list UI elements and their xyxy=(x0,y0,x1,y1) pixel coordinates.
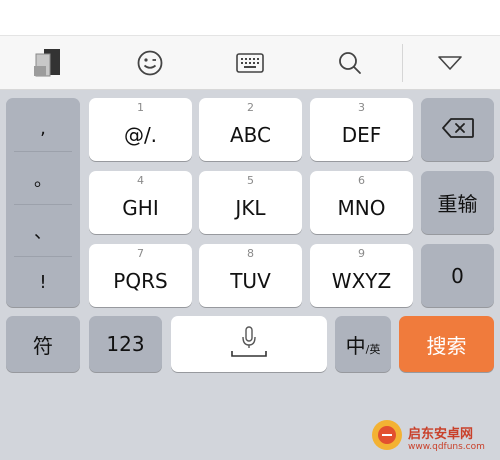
watermark: 启东安卓网 www.qdfuns.com xyxy=(370,414,500,460)
key-digit: 9 xyxy=(358,247,365,260)
key-digit: 3 xyxy=(358,101,365,114)
key-3[interactable]: 3 DEF xyxy=(310,98,413,161)
emoji-button[interactable] xyxy=(120,36,180,90)
punct-label: ! xyxy=(39,271,47,293)
key-1[interactable]: 1 @/. xyxy=(89,98,192,161)
key-digit: 7 xyxy=(137,247,144,260)
keyboard-toolbar xyxy=(0,36,500,90)
language-sub-label: /英 xyxy=(365,343,381,356)
key-letters: TUV xyxy=(230,268,271,293)
language-main-label: 中 xyxy=(345,333,366,358)
microphone-icon xyxy=(229,325,269,363)
key-digit: 2 xyxy=(247,101,254,114)
key-letters: ABC xyxy=(229,122,271,147)
language-switch-key[interactable]: 中/英 xyxy=(335,316,391,372)
symbols-label: 符 xyxy=(33,333,53,358)
key-digit: 4 xyxy=(137,174,144,187)
space-key[interactable] xyxy=(171,316,327,372)
punct-comma[interactable]: , xyxy=(6,106,80,150)
emoji-icon xyxy=(136,49,164,77)
search-key[interactable]: 搜索 xyxy=(399,316,494,372)
collapse-keyboard-button[interactable] xyxy=(420,36,480,90)
watermark-logo-icon xyxy=(370,418,404,456)
key-6[interactable]: 6 MNO xyxy=(310,171,413,234)
toolbar-divider xyxy=(402,44,403,82)
skin-icon xyxy=(31,46,65,80)
key-letters: MNO xyxy=(337,195,386,220)
zero-key[interactable]: 0 xyxy=(421,244,494,307)
skin-button[interactable] xyxy=(18,36,78,90)
key-letters: DEF xyxy=(341,122,382,147)
symbols-key[interactable]: 符 xyxy=(6,316,80,372)
key-8[interactable]: 8 TUV xyxy=(199,244,302,307)
key-5[interactable]: 5 JKL xyxy=(199,171,302,234)
key-digit: 5 xyxy=(247,174,254,187)
punct-period[interactable]: 。 xyxy=(6,156,80,202)
keyboard-switch-button[interactable] xyxy=(220,36,280,90)
key-digit: 8 xyxy=(247,247,254,260)
text-area xyxy=(0,0,500,36)
punct-divider xyxy=(14,204,72,205)
backspace-icon xyxy=(441,117,475,143)
key-letters: @/. xyxy=(123,122,158,147)
zero-label: 0 xyxy=(451,263,464,288)
key-digit: 1 xyxy=(137,101,144,114)
collapse-icon xyxy=(437,54,463,72)
punct-divider xyxy=(14,256,72,257)
key-4[interactable]: 4 GHI xyxy=(89,171,192,234)
key-digit: 6 xyxy=(358,174,365,187)
watermark-url: www.qdfuns.com xyxy=(408,441,485,452)
key-7[interactable]: 7 PQRS xyxy=(89,244,192,307)
search-tool-button[interactable] xyxy=(320,36,380,90)
search-key-label: 搜索 xyxy=(426,333,467,358)
punct-exclamation[interactable]: ! xyxy=(6,260,80,304)
reinput-label: 重输 xyxy=(437,192,478,216)
punct-divider xyxy=(14,151,72,152)
key-letters: JKL xyxy=(235,195,266,220)
numbers-key[interactable]: 123 xyxy=(89,316,162,372)
key-letters: WXYZ xyxy=(331,268,392,293)
punct-label: , xyxy=(40,117,46,139)
key-9[interactable]: 9 WXYZ xyxy=(310,244,413,307)
punctuation-column: , 。 、 ! xyxy=(6,98,80,307)
punct-label: 。 xyxy=(34,170,52,191)
watermark-text: 启东安卓网 xyxy=(408,426,474,442)
key-letters: GHI xyxy=(122,195,159,220)
key-2[interactable]: 2 ABC xyxy=(199,98,302,161)
keyboard-icon xyxy=(236,52,264,74)
punct-enumeration-comma[interactable]: 、 xyxy=(6,208,80,254)
numbers-label: 123 xyxy=(106,332,145,356)
punct-label: 、 xyxy=(34,222,52,243)
backspace-key[interactable] xyxy=(421,98,494,161)
search-icon xyxy=(337,50,363,76)
reinput-key[interactable]: 重输 xyxy=(421,171,494,234)
key-letters: PQRS xyxy=(113,268,168,293)
